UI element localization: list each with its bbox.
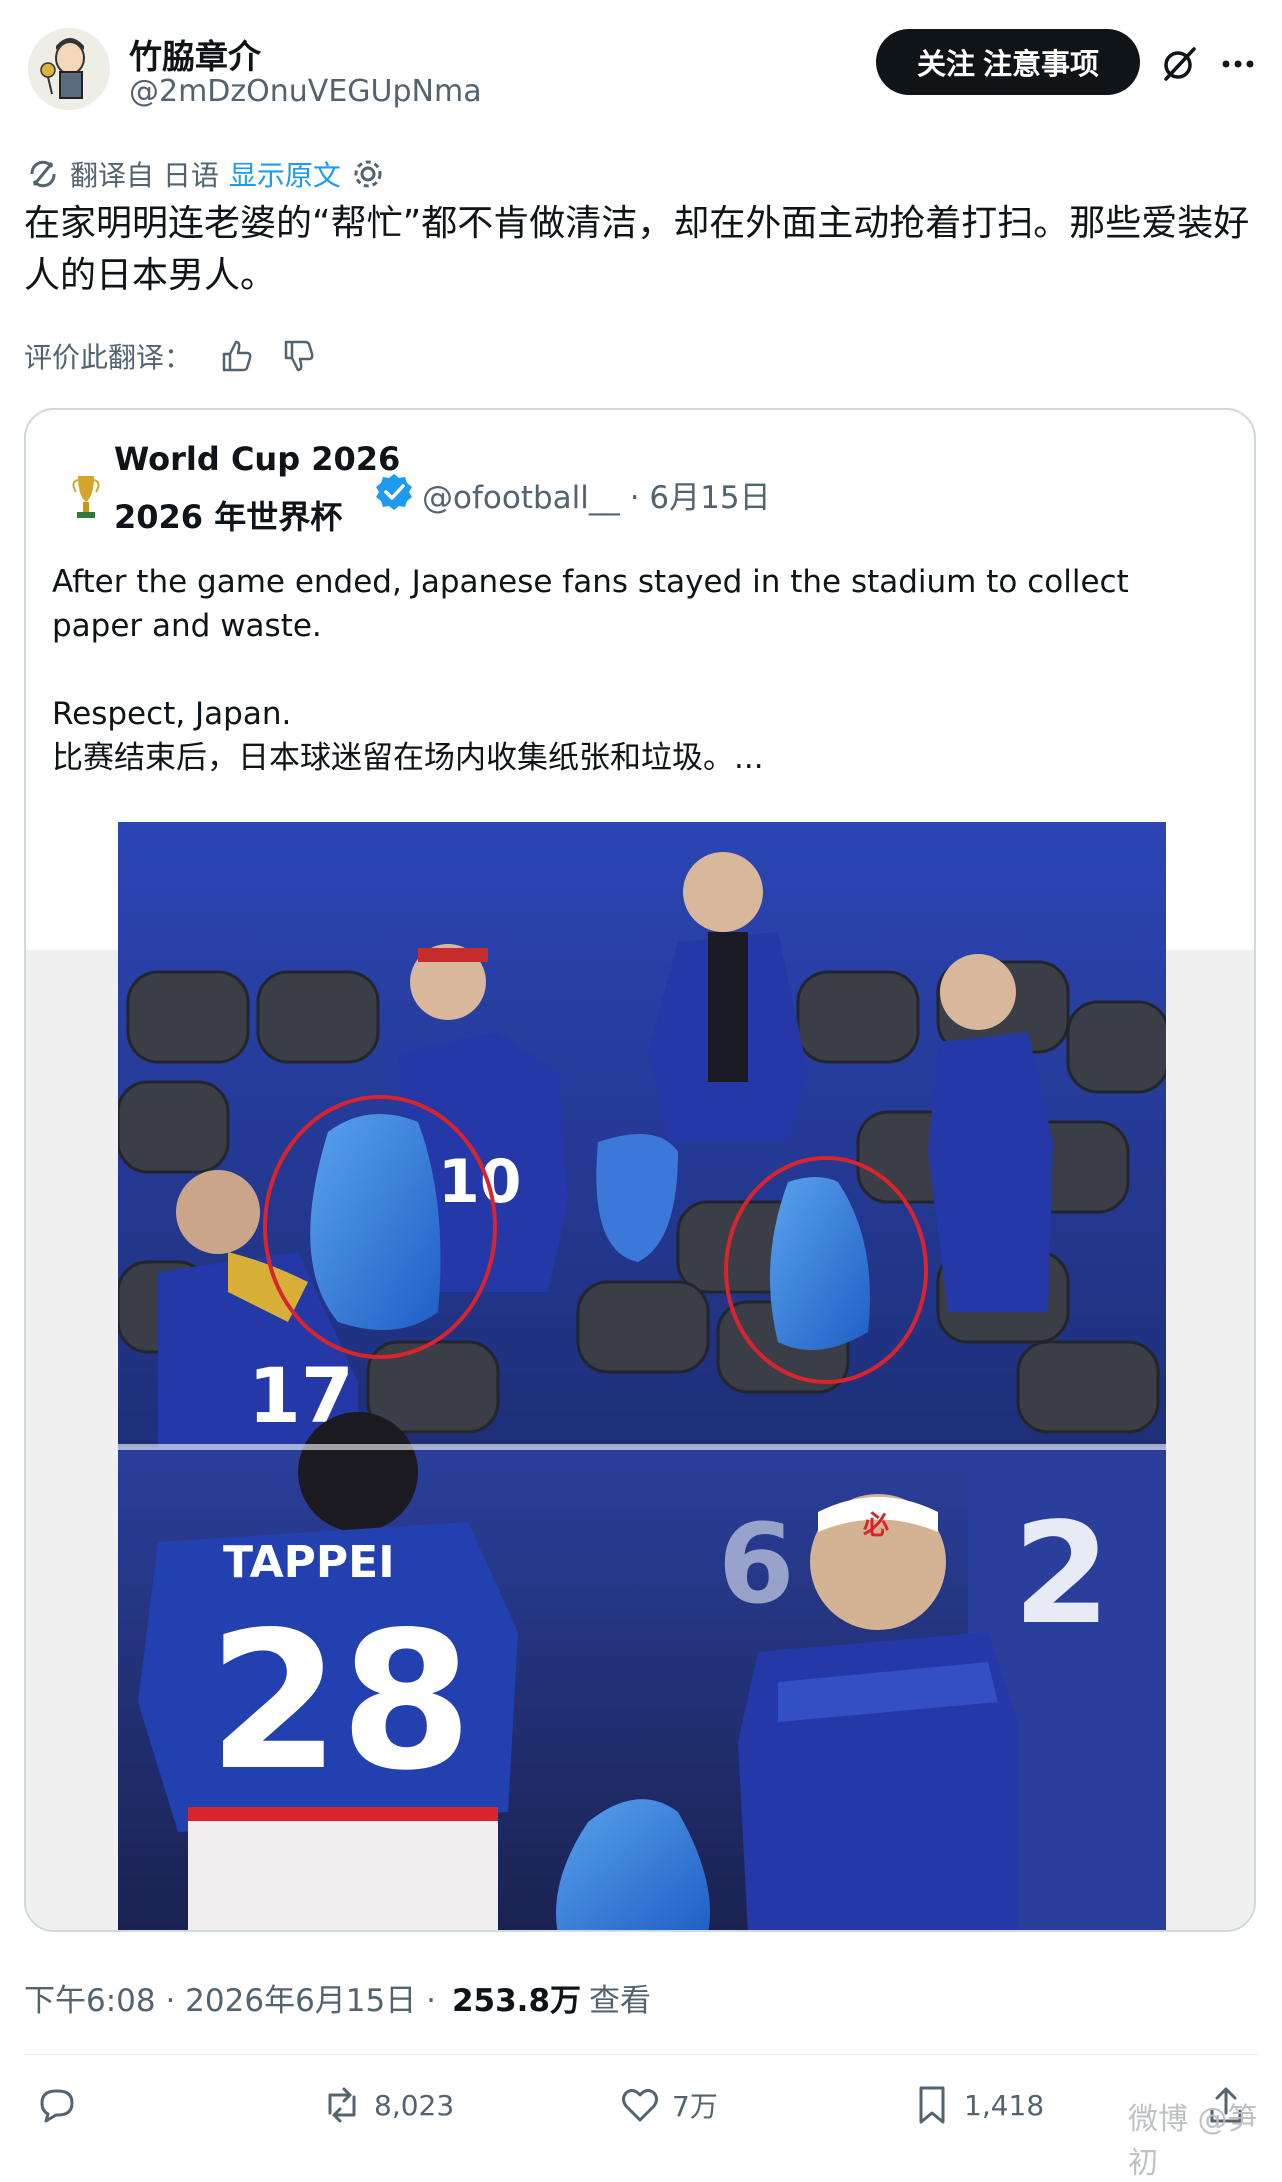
post-timestamp[interactable]: 下午6:08 · 2026年6月15日 · [24,1975,436,2020]
svg-text:10: 10 [438,1147,522,1217]
divider [24,2054,1258,2055]
quoted-post[interactable]: World Cup 2026 2026 年世界杯 @ofootball__ · … [24,408,1256,1932]
follow-button[interactable]: 关注 注意事项 [876,29,1140,95]
thumbs-down-icon[interactable] [280,338,316,374]
post-meta: 下午6:08 · 2026年6月15日 · 253.8万 查看 [24,1975,651,2020]
like-count: 7万 [672,2090,718,2123]
post-text: 在家明明连老婆的“帮忙”都不肯做清洁，却在外面主动抢着打扫。那些爱装好人的日本男… [24,203,1250,296]
svg-text:必: 必 [863,1511,889,1541]
repost-icon [328,2087,356,2123]
fans-cleaning-photo: 10 17 2 6 TAPPEI 28 必 [118,822,1166,1930]
avatar[interactable] [28,28,110,110]
view-count-label: 查看 [589,1983,652,2019]
translate-icon [30,160,56,188]
more-options-icon[interactable] [1218,44,1258,84]
watermark: 微博 @笋初 [1128,2102,1258,2181]
bookmark-button[interactable]: 1,418 [910,2080,1044,2130]
gear-icon[interactable] [351,157,385,191]
quoted-photo[interactable]: 10 17 2 6 TAPPEI 28 必 [118,822,1166,1930]
reply-icon [40,2089,74,2123]
translation-bar: 翻译自 日语 显示原文 [26,154,385,194]
author-name[interactable]: 竹脇章介 [129,30,261,78]
bookmark-icon [919,2086,945,2124]
svg-text:6: 6 [718,1500,795,1628]
jersey-number: 28 [208,1591,472,1812]
thumbs-up-icon[interactable] [218,338,254,374]
translated-from-label: 翻译自 日语 [70,159,219,192]
author-handle[interactable]: @2mDzOnuVEGUpNma [129,74,482,109]
repost-button[interactable]: 8,023 [320,2080,454,2130]
avatar-illustration [28,28,110,110]
verified-badge-icon [376,474,412,510]
bookmark-count: 1,418 [964,2088,1045,2122]
quoted-author-name-line1[interactable]: World Cup 2026 [114,440,400,478]
repost-count: 8,023 [374,2088,455,2122]
quoted-text: After the game ended, Japanese fans stay… [52,564,1129,776]
view-count: 253.8万 [451,1983,582,2019]
grok-icon[interactable] [1160,43,1200,83]
reply-button[interactable] [34,2080,88,2130]
svg-text:2: 2 [1013,1493,1110,1656]
heart-icon [622,2089,658,2122]
rate-translation: 评价此翻译： [24,334,316,378]
trophy-icon [72,476,100,518]
quoted-handle-date[interactable]: @ofootball__ · 6月15日 [422,472,771,517]
quoted-author-name-line2[interactable]: 2026 年世界杯 [114,492,342,538]
rate-translation-label: 评价此翻译： [24,341,193,374]
like-button[interactable]: 7万 [618,2080,718,2130]
show-original-link[interactable]: 显示原文 [229,154,341,194]
jersey-name: TAPPEI [223,1537,395,1588]
